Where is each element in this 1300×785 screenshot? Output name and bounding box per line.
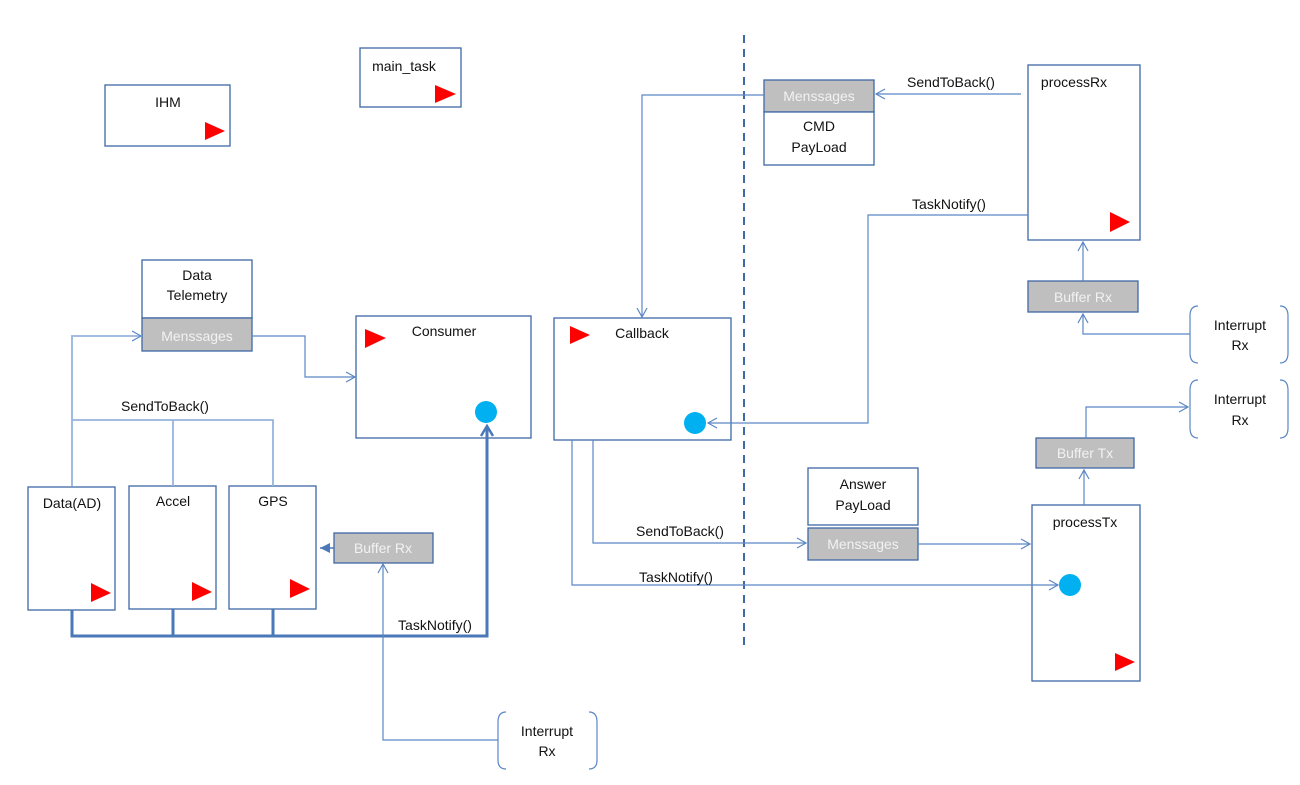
task-notify-label: TaskNotify() — [912, 196, 986, 212]
send-to-back-label: SendToBack() — [636, 523, 724, 539]
task-data-ad: Data(AD) — [27, 486, 116, 611]
buffer-label: Buffer Tx — [1057, 445, 1113, 461]
notify-marker-icon — [475, 401, 497, 423]
connector — [706, 214, 1028, 429]
connector — [377, 562, 498, 741]
buffer-tx-right: Buffer Tx — [1035, 437, 1135, 469]
buffer-rx-left: Buffer Rx — [333, 532, 434, 564]
task-label: processRx — [1041, 74, 1107, 90]
task-diagram: IHM main_task Data Telemetry Menssages C… — [27, 35, 1289, 770]
queue-telemetry: Data Telemetry Menssages — [141, 259, 253, 352]
queue-label: Menssages — [161, 328, 233, 344]
queue-cmd: Menssages CMD PayLoad — [763, 79, 875, 166]
queue-title: Answer — [840, 476, 887, 492]
queue-title: PayLoad — [835, 497, 890, 513]
task-accel: Accel — [128, 485, 217, 610]
interrupt-label: Interrupt — [1214, 391, 1266, 407]
connector — [252, 335, 357, 383]
task-ihm: IHM — [104, 84, 231, 147]
task-process-rx: processRx — [1027, 64, 1141, 241]
task-label: Consumer — [412, 323, 477, 339]
queue-title: Data — [182, 267, 212, 283]
connector — [1085, 401, 1190, 438]
queue-answer: Answer PayLoad Menssages — [807, 467, 919, 561]
task-main: main_task — [359, 47, 462, 108]
interrupt-rx-right: Interrupt Rx — [1189, 305, 1289, 364]
queue-title: Telemetry — [167, 287, 228, 303]
interrupt-rx-bottom: Interrupt Rx — [497, 711, 598, 770]
task-notify-label: TaskNotify() — [398, 617, 472, 633]
notify-marker-icon — [1059, 574, 1081, 596]
task-notify-label: TaskNotify() — [639, 569, 713, 585]
interrupt-label: Interrupt — [1214, 317, 1266, 333]
task-label: Data(AD) — [43, 495, 101, 511]
task-label: processTx — [1053, 514, 1118, 530]
task-label: main_task — [372, 58, 437, 74]
task-consumer: Consumer — [355, 315, 532, 439]
interrupt-label: Rx — [1231, 337, 1248, 353]
interrupt-tx-right: Interrupt Rx — [1189, 379, 1289, 439]
queue-label: Menssages — [783, 88, 855, 104]
task-label: Callback — [615, 325, 670, 341]
send-to-back-label: SendToBack() — [121, 398, 209, 414]
send-to-back-label: SendToBack() — [907, 74, 995, 90]
connector — [636, 94, 764, 319]
interrupt-label: Rx — [538, 743, 555, 759]
buffer-label: Buffer Rx — [354, 540, 412, 556]
task-process-tx: processTx — [1031, 504, 1141, 682]
interrupt-label: Rx — [1231, 412, 1248, 428]
connector — [1077, 312, 1190, 335]
buffer-label: Buffer Rx — [1054, 289, 1112, 305]
task-gps: GPS — [228, 485, 317, 610]
task-label: GPS — [258, 493, 288, 509]
queue-field: PayLoad — [791, 139, 846, 155]
queue-field: CMD — [803, 118, 835, 134]
task-label: IHM — [155, 94, 181, 110]
notify-marker-icon — [684, 412, 706, 434]
interrupt-label: Interrupt — [521, 723, 573, 739]
task-callback: Callback — [553, 317, 732, 441]
task-label: Accel — [156, 493, 190, 509]
queue-label: Menssages — [827, 536, 899, 552]
buffer-rx-right: Buffer Rx — [1027, 280, 1139, 313]
